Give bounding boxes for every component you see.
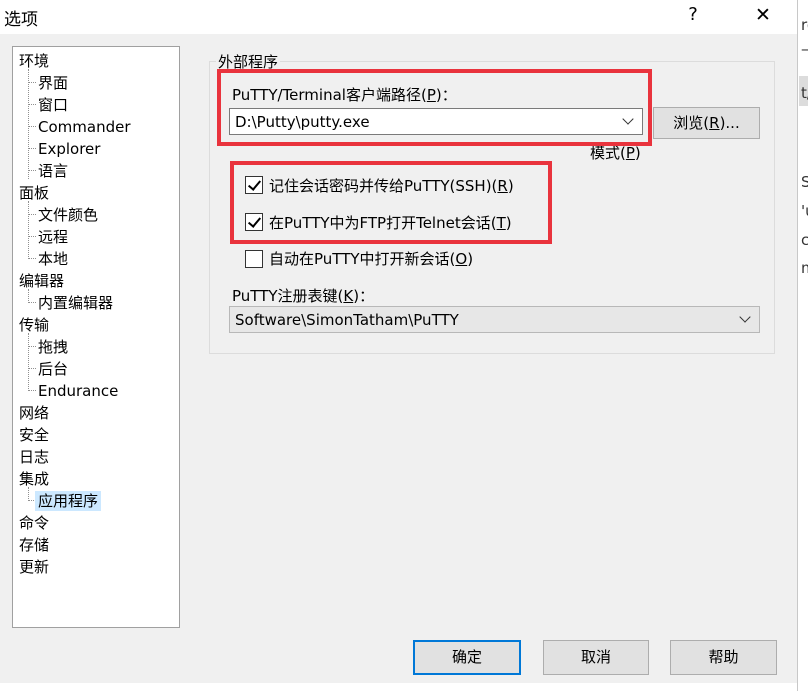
auto-open-session-label[interactable]: 自动在PuTTY中打开新会话(O) [269,248,473,269]
auto-open-session-end: ) [467,250,474,268]
tree-connector [28,236,36,237]
registry-key-combo[interactable]: Software\SimonTatham\PuTTY [229,306,760,333]
tree-item-updates[interactable]: 更新 [19,557,49,577]
bg-text-fragment: m [801,259,808,277]
tree-connector [28,302,36,303]
tree-item-transfer[interactable]: 传输 [19,315,49,335]
browse-key: R [709,114,720,132]
highlight-box-checkboxes [230,161,552,244]
auto-open-session-key: O [455,250,468,268]
tree-connector [28,258,36,259]
tree-item-language[interactable]: 语言 [38,161,68,181]
bg-text-fragment: 'u [801,202,808,220]
background-window-edge: ro — t/ Se 'u cr m [797,0,808,691]
tree-item-applications[interactable]: 应用程序 [35,491,102,511]
tree-item-window[interactable]: 窗口 [38,95,68,115]
tree-item-logging[interactable]: 日志 [19,447,49,467]
title-bar: 选项 ? ✕ [0,0,797,34]
tree-item-interface[interactable]: 界面 [38,73,68,93]
browse-button[interactable]: 浏览(R)... [653,107,760,139]
tree-connector [28,390,36,391]
browse-label-end: )... [719,114,740,132]
registry-key-label: PuTTY注册表键(K)： [232,285,374,306]
tree-item-security[interactable]: 安全 [19,425,49,445]
bg-text-fragment: ro [801,16,808,34]
browse-label: 浏览( [673,114,710,132]
registry-key-label-key: K [343,287,354,305]
bg-text-fragment: — [801,40,808,58]
highlight-box-path [217,69,652,146]
background-bottom-edge [0,683,797,691]
tree-item-internal-editor[interactable]: 内置编辑器 [38,293,113,313]
window-title: 选项 [4,10,38,30]
help-button[interactable]: 帮助 [670,640,777,675]
chevron-down-icon[interactable] [739,311,751,323]
tree-connector [28,201,29,257]
tree-connector [28,104,36,105]
tree-item-explorer[interactable]: Explorer [38,139,100,159]
bg-text-fragment: cr [801,231,808,249]
registry-key-label-text: PuTTY注册表键( [232,287,344,305]
auto-open-session-text: 自动在PuTTY中打开新会话( [269,250,456,268]
tree-connector [28,69,29,179]
cancel-button[interactable]: 取消 [543,640,649,675]
mode-label-end: ) [634,144,641,162]
tree-item-panels[interactable]: 面板 [19,183,49,203]
tree-connector [28,333,29,389]
tree-connector [28,126,36,127]
tree-item-network[interactable]: 网络 [19,403,49,423]
tree-item-editors[interactable]: 编辑器 [19,271,64,291]
tree-item-environment[interactable]: 环境 [19,51,49,71]
tree-item-commands[interactable]: 命令 [19,513,49,533]
tree-item-endurance[interactable]: Endurance [38,381,118,401]
tree-item-local[interactable]: 本地 [38,249,68,269]
tree-item-drag-drop[interactable]: 拖拽 [38,337,68,357]
bg-text-fragment: Se [801,173,808,191]
options-tree[interactable]: 环境 界面 窗口 Commander Explorer 语言 面板 文件颜色 远… [12,46,180,628]
auto-open-session-checkbox[interactable] [245,250,263,268]
bg-text-fragment: t/ [801,84,808,102]
tree-connector [28,368,36,369]
tree-connector [28,346,36,347]
tree-item-integration[interactable]: 集成 [19,469,49,489]
tree-connector [28,148,36,149]
options-dialog: 选项 ? ✕ 环境 界面 窗口 Commander Explorer 语言 面板… [0,0,797,683]
mode-label-text: 模式( [590,144,626,162]
tree-item-commander[interactable]: Commander [38,117,131,137]
tree-connector [28,214,36,215]
tree-item-storage[interactable]: 存储 [19,535,49,555]
ok-button[interactable]: 确定 [413,640,521,675]
mode-label-key: P [625,144,635,162]
help-icon[interactable]: ? [686,4,700,25]
tree-connector [28,170,36,171]
tree-item-background[interactable]: 后台 [38,359,68,379]
registry-key-value: Software\SimonTatham\PuTTY [235,311,459,329]
tree-connector [28,82,36,83]
tree-item-remote[interactable]: 远程 [38,227,68,247]
close-icon[interactable]: ✕ [751,4,775,26]
tree-item-file-colors[interactable]: 文件颜色 [38,205,98,225]
registry-key-label-end: )： [353,287,375,305]
